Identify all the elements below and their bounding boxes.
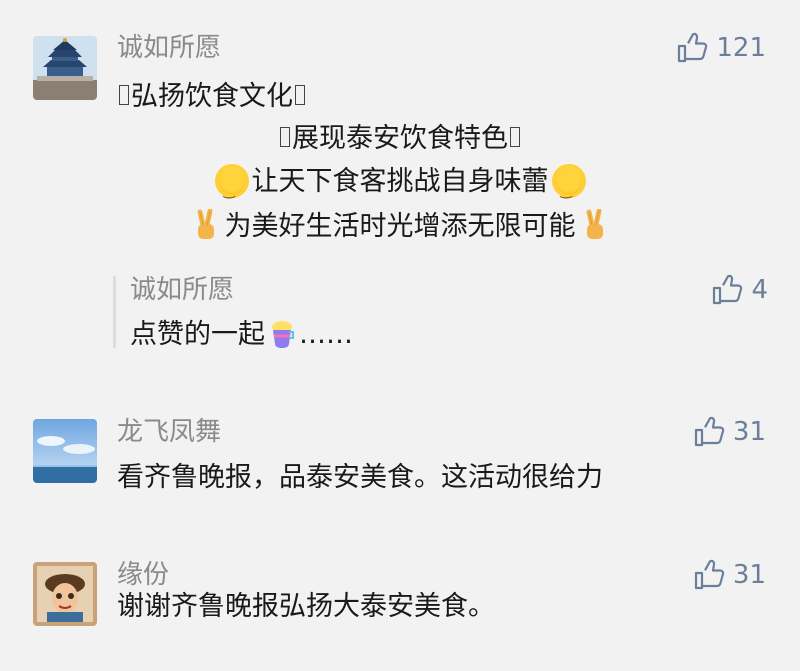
reply-like-button[interactable]: 4 — [711, 274, 768, 306]
username[interactable]: 龙飞凤舞 — [117, 416, 221, 448]
reply-divider — [113, 276, 116, 348]
avatar[interactable] — [33, 419, 97, 483]
bubble-tea-emoji-icon — [272, 321, 294, 348]
reply-username[interactable]: 诚如所愿 — [130, 274, 234, 306]
avatar[interactable] — [33, 36, 97, 100]
cartoon-character-avatar — [33, 562, 97, 626]
missing-glyph-icon — [119, 85, 129, 105]
thumbs-up-icon — [694, 559, 725, 590]
sky-sea-avatar — [33, 419, 97, 483]
like-count: 121 — [716, 33, 766, 63]
comment-line: 展现泰安饮食特色 — [120, 120, 680, 158]
sun-emoji-icon — [217, 167, 246, 210]
victory-hand-emoji-icon — [586, 209, 603, 239]
comment-line-text: 展现泰安饮食特色 — [292, 123, 508, 154]
comment-line-text: 为美好生活时光增添无限可能 — [224, 211, 576, 242]
reply-text-after: …… — [299, 319, 353, 350]
like-count: 31 — [732, 560, 766, 590]
username[interactable]: 诚如所愿 — [117, 32, 221, 64]
reply-like-count: 4 — [751, 275, 768, 305]
thumbs-up-icon — [678, 32, 708, 63]
comment-line: 让天下食客挑战自身味蕾 — [120, 163, 680, 210]
reply-text-before: 点赞的一起 — [130, 319, 265, 350]
comment-line: 弘扬饮食文化 — [117, 78, 307, 116]
comment-line-text: 让天下食客挑战自身味蕾 — [251, 166, 549, 197]
avatar[interactable] — [33, 562, 97, 626]
like-button[interactable]: 31 — [693, 416, 766, 448]
victory-hand-emoji-icon — [197, 209, 214, 239]
reply-text: 点赞的一起 …… — [130, 316, 353, 354]
temple-of-heaven-avatar — [33, 36, 97, 100]
like-count: 31 — [732, 417, 766, 447]
thumbs-up-icon — [694, 416, 725, 447]
thumbs-up-icon — [713, 274, 743, 305]
comment-line: 为美好生活时光增添无限可能 — [120, 208, 680, 246]
username[interactable]: 缘份 — [117, 559, 169, 591]
missing-glyph-icon — [295, 85, 305, 105]
comment-line-text: 弘扬饮食文化 — [131, 81, 293, 112]
comment-text: 看齐鲁晚报，品泰安美食。这活动很给力 — [117, 462, 603, 493]
like-button[interactable]: 31 — [693, 559, 766, 591]
missing-glyph-icon — [280, 127, 290, 147]
sun-emoji-icon — [554, 167, 583, 210]
like-button[interactable]: 121 — [676, 32, 766, 64]
missing-glyph-icon — [510, 127, 520, 147]
comment-text: 谢谢齐鲁晚报弘扬大泰安美食。 — [117, 591, 495, 622]
